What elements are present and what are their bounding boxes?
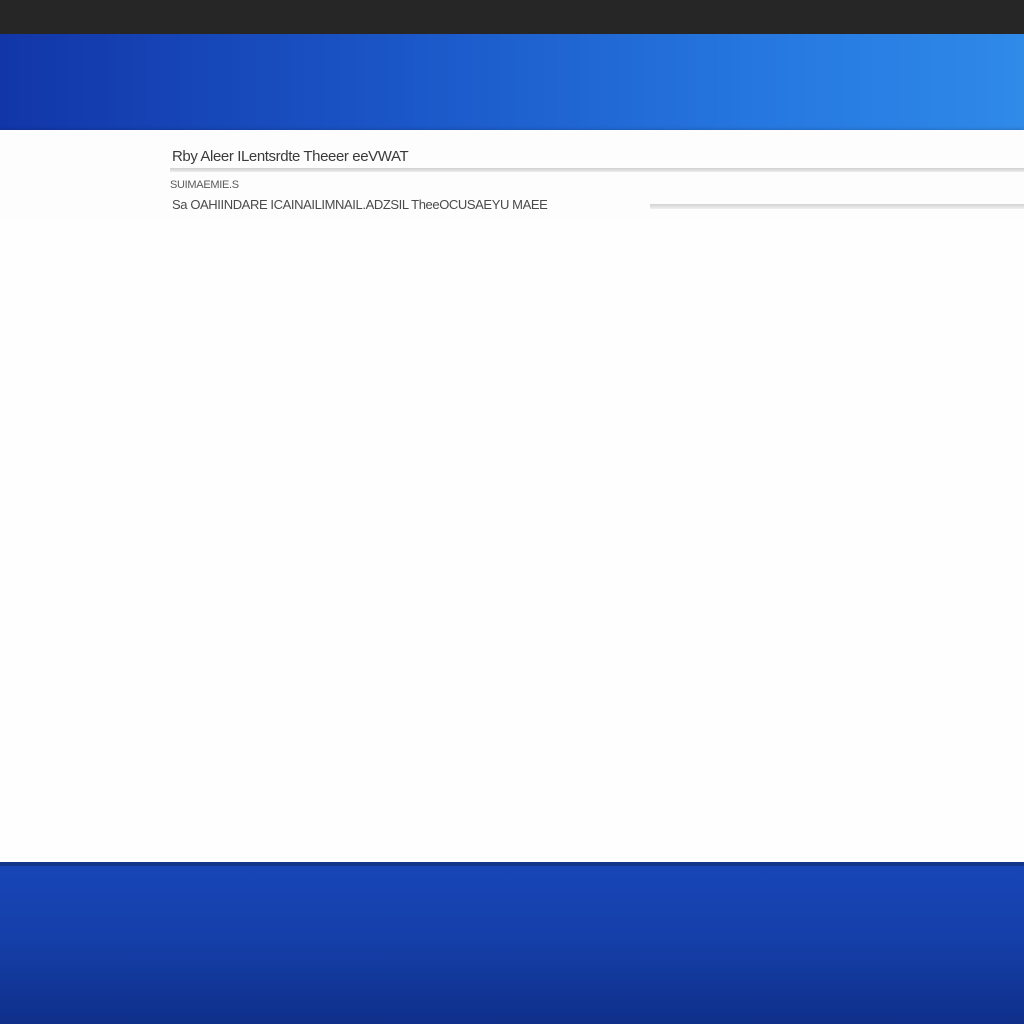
title-divider (170, 168, 1024, 172)
path-text: Sa OAHIINDARE ICAINAILIMNAIL.ADZSIL Thee… (172, 197, 548, 212)
window-title: Rby Aleer ILentsrdte Theeer eeVWAT (172, 148, 409, 165)
window-sub-label: SUIMAEMIE.S (170, 179, 239, 191)
application-window: Rby Aleer ILentsrdte Theeer eeVWAT SUIMA… (0, 130, 1024, 862)
desktop-screen: Rby Aleer ILentsrdte Theeer eeVWAT SUIMA… (0, 0, 1024, 1024)
path-row[interactable]: Sa OAHIINDARE ICAINAILIMNAIL.ADZSIL Thee… (170, 194, 1024, 214)
desktop-background-bottom (0, 862, 1024, 1024)
content-area (0, 220, 1024, 862)
window-title-row: Rby Aleer ILentsrdte Theeer eeVWAT (170, 144, 1024, 172)
path-divider (650, 204, 1024, 209)
desktop-background-top (0, 34, 1024, 130)
top-bar (0, 0, 1024, 34)
